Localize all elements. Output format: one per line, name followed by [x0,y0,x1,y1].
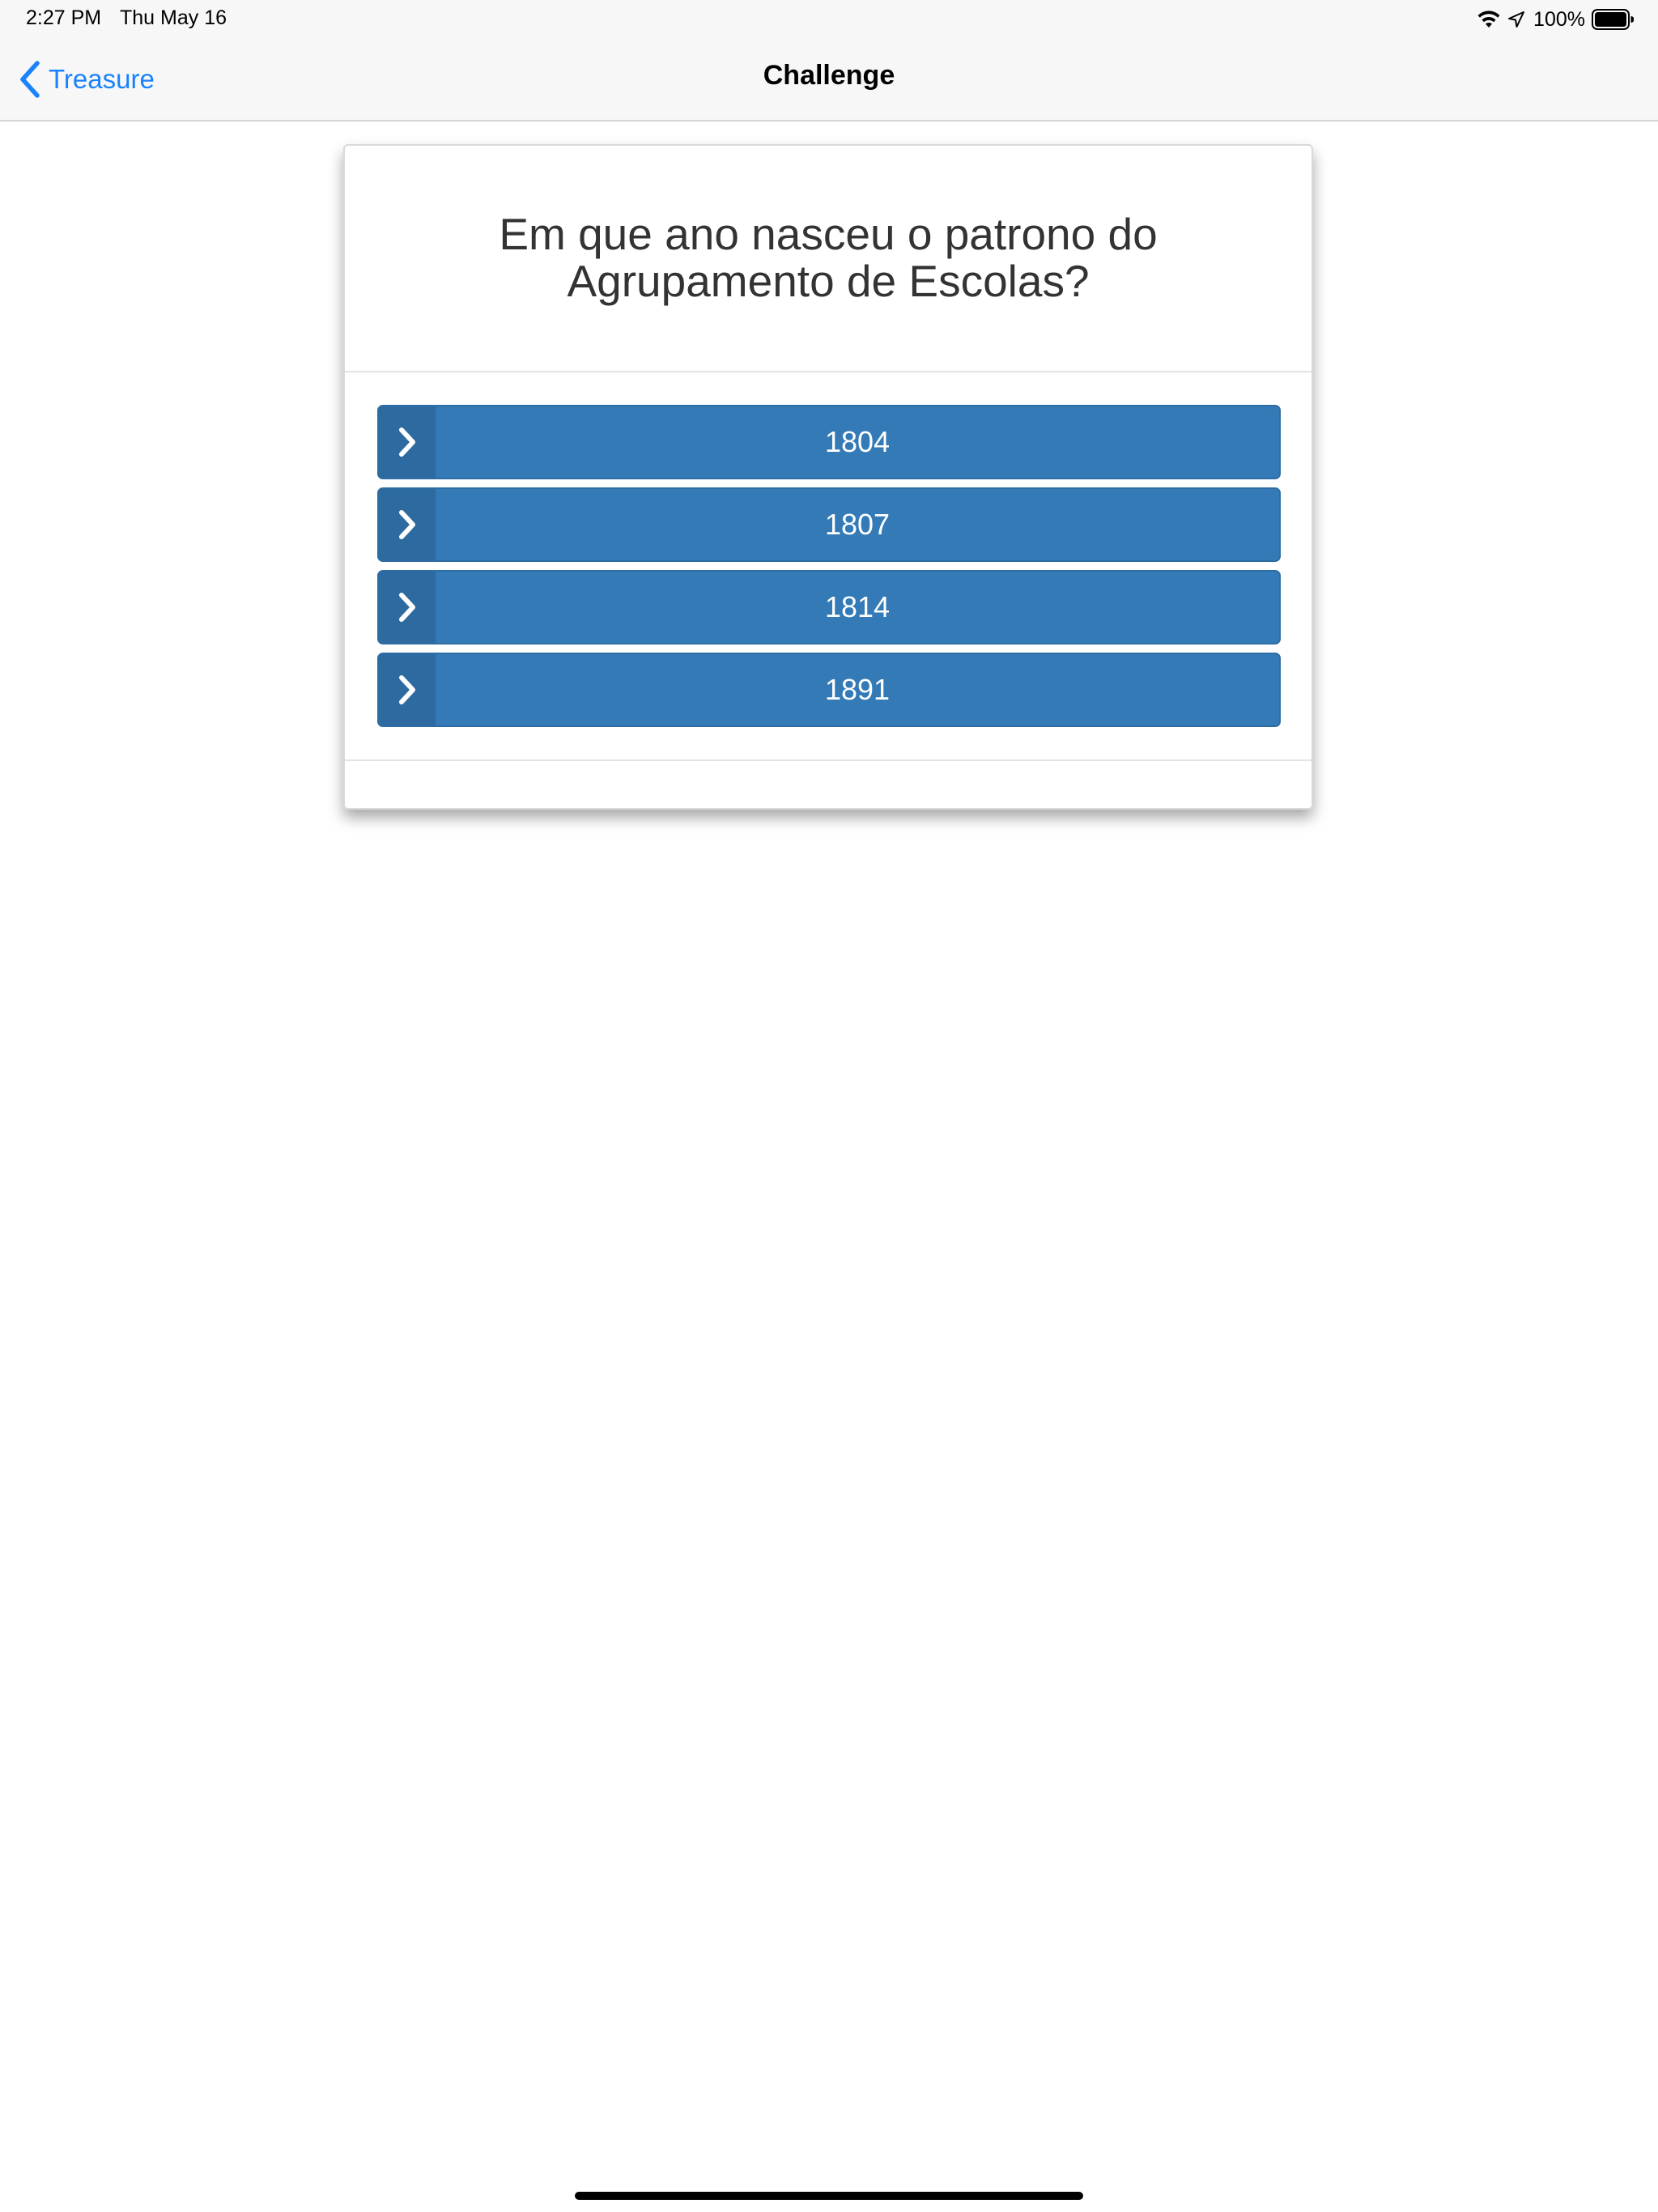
chevron-right-icon [399,675,415,704]
answer-list: 1804 1807 1814 1891 [377,405,1281,735]
answer-label: 1891 [824,673,891,706]
chevron-right-icon [399,510,415,539]
answer-icon-box [379,489,436,560]
challenge-card: Em que ano nasceu o patrono do Agrupamen… [343,144,1313,810]
battery-percent: 100% [1533,7,1585,31]
status-indicators: 100% [1477,6,1634,32]
status-bar: 2:27 PM Thu May 16 100% [0,0,1658,39]
answer-label: 1807 [824,508,891,541]
question-text: Em que ano nasceu o patrono do Agrupamen… [499,209,1158,306]
question-section: Em que ano nasceu o patrono do Agrupamen… [345,146,1312,372]
page-title: Challenge [763,60,895,91]
status-time: 2:27 PM [26,6,102,29]
answer-label: 1804 [824,425,891,458]
status-date: Thu May 16 [120,6,227,29]
answer-icon-box [379,572,436,643]
navigation-bar: Treasure Challenge [0,39,1658,121]
card-footer-divider [345,759,1312,761]
answer-button-1804[interactable]: 1804 [377,405,1281,479]
answer-button-1891[interactable]: 1891 [377,653,1281,727]
answer-button-1807[interactable]: 1807 [377,487,1281,562]
answer-icon-box [379,654,436,725]
location-arrow-icon [1508,11,1525,28]
chevron-right-icon [399,428,415,457]
home-indicator[interactable] [575,2192,1083,2200]
answer-label: 1814 [824,590,891,623]
wifi-icon [1477,11,1500,28]
chevron-right-icon [399,593,415,622]
answer-icon-box [379,406,436,478]
answer-button-1814[interactable]: 1814 [377,570,1281,644]
battery-icon [1592,9,1634,30]
